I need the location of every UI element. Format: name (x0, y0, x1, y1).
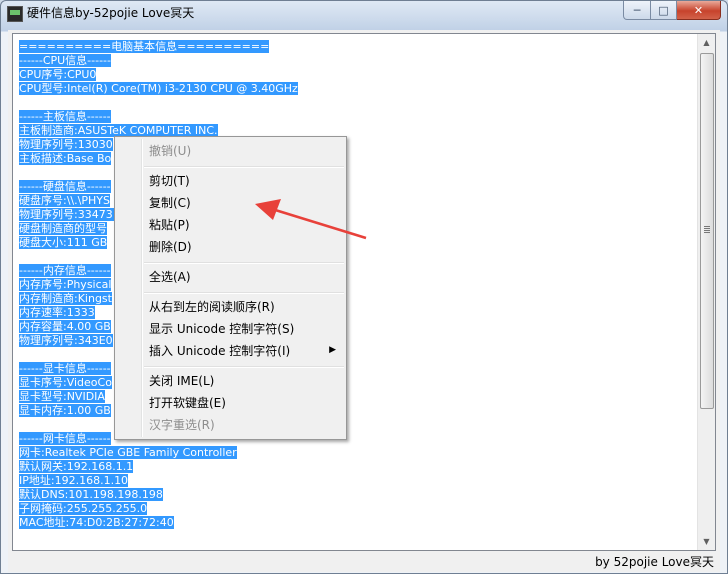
annotation-arrow-icon (255, 199, 367, 240)
